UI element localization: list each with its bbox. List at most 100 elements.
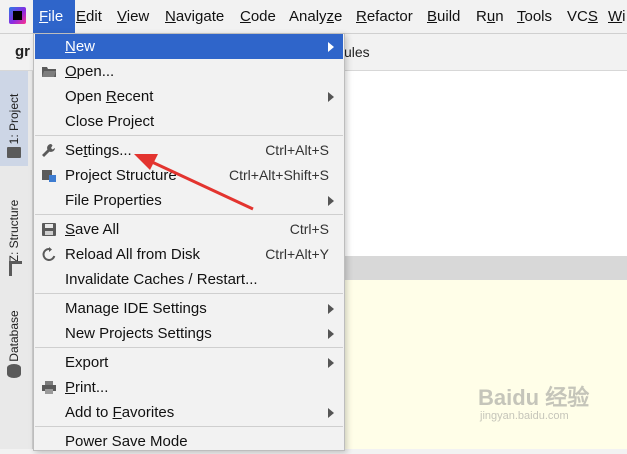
file-menu-open-recent-pre: Open [65, 88, 106, 105]
menu-window[interactable]: Wi [608, 0, 627, 33]
menu-file[interactable]: File [33, 0, 75, 33]
tool-window-strip: 1: Project Z: Structure Database [0, 71, 33, 449]
file-menu-open[interactable]: Open... [35, 59, 343, 84]
file-menu-settings-label: Settings... [65, 138, 132, 163]
tab-database-label: Database [7, 310, 21, 362]
menu-analyze-mnemonic: z [326, 8, 335, 25]
watermark-url: jingyan.baidu.com [480, 410, 569, 422]
file-menu-new-mnemonic: N [65, 38, 76, 55]
file-menu-new-projects-settings[interactable]: New Projects Settings [35, 321, 343, 346]
menu-view[interactable]: View [117, 0, 149, 33]
menu-navigate[interactable]: Navigate [165, 0, 224, 33]
menu-code[interactable]: Code [240, 0, 276, 33]
file-menu-export[interactable]: Export [35, 350, 343, 375]
file-menu-save-all-label: Save All [65, 217, 119, 242]
menu-edit[interactable]: Edit [76, 0, 102, 33]
menu-vcs-mnemonic: S [587, 8, 598, 25]
menu-build-mnemonic: B [427, 8, 438, 25]
menu-run-mnemonic: u [486, 8, 496, 25]
file-menu-project-structure[interactable]: Project Structure Ctrl+Alt+Shift+S [35, 163, 343, 188]
tab-project-label: 1: Project [7, 93, 21, 144]
watermark-title: Baidu 经验 [478, 385, 590, 410]
file-menu-invalidate-caches[interactable]: Invalidate Caches / Restart... [35, 267, 343, 292]
menu-view-mnemonic: V [117, 8, 127, 25]
menu-edit-mnemonic: E [76, 8, 87, 25]
file-menu-add-to-favorites-label: Add to Favorites [65, 400, 174, 425]
file-menu-reload[interactable]: Reload All from Disk Ctrl+Alt+Y [35, 242, 343, 267]
file-menu-reload-shortcut: Ctrl+Alt+Y [265, 246, 329, 262]
printer-icon [41, 380, 57, 395]
file-menu-new-label: New [65, 34, 95, 59]
menu-refactor-label: efactor [366, 8, 413, 25]
file-menu-add-to-favorites-mnemonic: F [112, 404, 122, 421]
file-menu-save-all-text: ave All [75, 221, 120, 238]
submenu-arrow-icon [328, 408, 334, 418]
folder-icon [7, 147, 21, 158]
open-folder-icon [41, 64, 57, 79]
menu-separator [35, 347, 343, 348]
intellij-logo-icon [9, 7, 26, 24]
menu-separator [35, 293, 343, 294]
menu-tools[interactable]: Tools [517, 0, 552, 33]
file-menu-close-project[interactable]: Close Project [35, 109, 343, 134]
file-menu-export-label: Export [65, 354, 109, 371]
file-menu-open-recent-mnemonic: R [105, 88, 117, 105]
file-menu-new-projects-settings-label: New Projects Settings [65, 325, 212, 342]
breadcrumb[interactable]: ules [344, 34, 370, 70]
file-menu-open-mnemonic: O [65, 63, 77, 80]
file-menu-add-to-favorites[interactable]: Add to Favorites [35, 400, 343, 425]
menu-code-mnemonic: C [240, 8, 251, 25]
menu-refactor-mnemonic: R [356, 8, 367, 25]
tab-structure-label: Z: Structure [7, 199, 21, 263]
file-menu-power-save-mode-label: Power Save Mode [65, 433, 188, 450]
menu-vcs[interactable]: VCS [567, 0, 598, 33]
project-name[interactable]: gr [15, 34, 30, 70]
file-menu-manage-ide-settings[interactable]: Manage IDE Settings [35, 296, 343, 321]
file-menu-settings[interactable]: Settings... Ctrl+Alt+S [35, 138, 343, 163]
file-menu-new-text: ew [75, 38, 96, 55]
file-menu-print[interactable]: Print... [35, 375, 343, 400]
file-menu-invalidate-caches-label: Invalidate Caches / Restart... [65, 271, 258, 288]
file-menu-project-structure-label: Project Structure [65, 167, 177, 184]
file-menu-open-recent-label: Open Recent [65, 84, 153, 109]
file-menu-close-project-label: Close Project [65, 109, 154, 134]
menu-file-label: ile [48, 8, 64, 25]
menu-build[interactable]: Build [427, 0, 460, 33]
file-menu-reload-label: Reload All from Disk [65, 246, 201, 263]
file-menu-open-recent-text: ecent [116, 88, 154, 105]
menu-navigate-mnemonic: N [165, 8, 176, 25]
menu-separator [35, 135, 343, 136]
file-menu-print-text: rint... [75, 379, 109, 396]
menu-view-label: iew [126, 8, 150, 25]
database-icon [7, 364, 21, 378]
file-menu-save-all-shortcut: Ctrl+S [289, 221, 329, 237]
menu-bar: File Edit View Navigate Code Analyze Ref… [0, 0, 627, 34]
file-menu-settings-shortcut: Ctrl+Alt+S [265, 142, 329, 158]
file-menu-close-project-text: ect [134, 113, 155, 130]
file-menu-dropdown: New Open... Open Recent Close Project Se… [33, 33, 345, 451]
menu-separator [35, 426, 343, 427]
watermark: Baidu 经验 jingyan.baidu.com [478, 380, 618, 430]
menu-file-mnemonic: F [39, 8, 49, 25]
file-menu-save-all-mnemonic: S [65, 221, 76, 238]
reload-icon [41, 247, 57, 262]
menu-refactor[interactable]: Refactor [356, 0, 413, 33]
menu-analyze-label-pre: Analy [289, 8, 327, 25]
menu-analyze[interactable]: Analyze [289, 0, 342, 33]
file-menu-new[interactable]: New [35, 34, 343, 59]
structure-icon [9, 261, 22, 276]
menu-navigate-label: avigate [175, 8, 225, 25]
menu-run[interactable]: Run [476, 0, 504, 33]
file-menu-power-save-mode[interactable]: Power Save Mode [35, 429, 343, 454]
menu-window-label: i [622, 8, 626, 25]
file-menu-open-recent[interactable]: Open Recent [35, 84, 343, 109]
file-menu-file-properties[interactable]: File Properties [35, 188, 343, 213]
file-menu-project-structure-shortcut: Ctrl+Alt+Shift+S [229, 167, 329, 183]
submenu-arrow-icon [328, 42, 334, 52]
submenu-arrow-icon [328, 358, 334, 368]
file-menu-manage-ide-settings-label: Manage IDE Settings [65, 300, 207, 317]
menu-code-label: ode [250, 8, 276, 25]
submenu-arrow-icon [328, 92, 334, 102]
menu-run-label: n [495, 8, 504, 25]
file-menu-save-all[interactable]: Save All Ctrl+S [35, 217, 343, 242]
